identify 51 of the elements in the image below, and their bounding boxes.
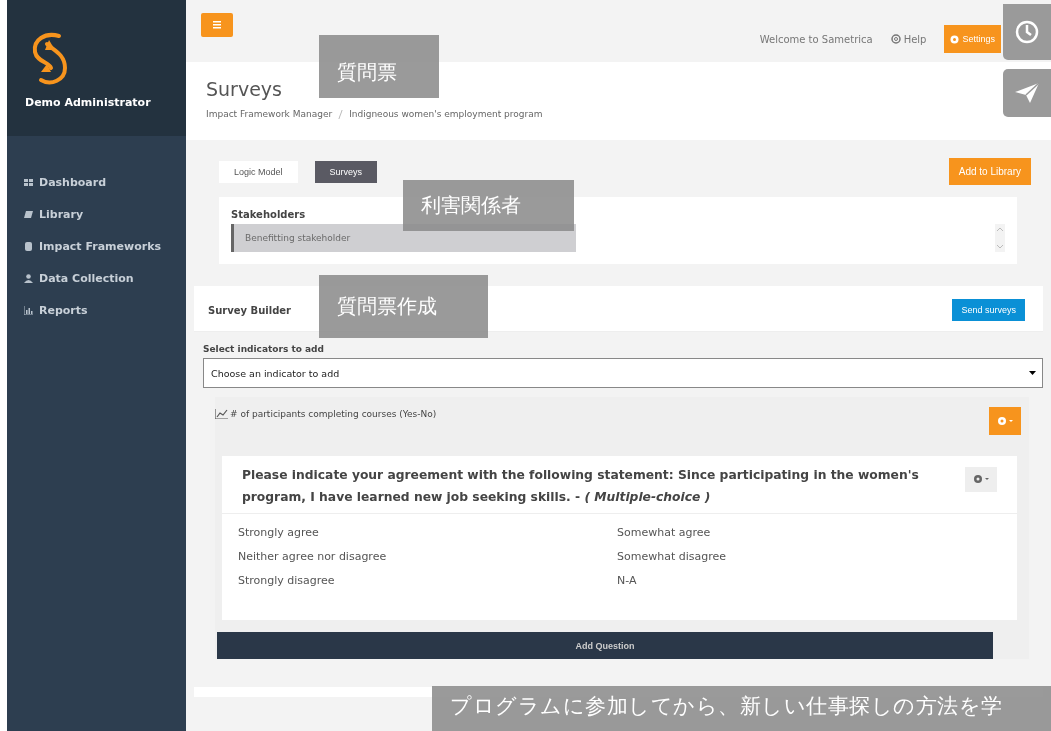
- gear-caret-icon: [973, 474, 989, 484]
- sidebar-item[interactable]: Impact Frameworks: [24, 240, 186, 253]
- caret-icon: [1029, 371, 1036, 375]
- help-icon: [890, 34, 901, 44]
- gear-dropdown-button[interactable]: [989, 407, 1021, 435]
- answer-option: Neither agree nor disagree: [238, 550, 617, 563]
- clock-button[interactable]: [1003, 4, 1051, 60]
- bar-chart-icon: [24, 306, 33, 315]
- select-label: Select indicators to add: [203, 344, 325, 354]
- gear-caret-icon: [997, 416, 1013, 426]
- dashboard-grid-icon: [24, 178, 33, 187]
- answer-option: Strongly agree: [238, 526, 617, 539]
- answer-option: Strongly disagree: [238, 574, 617, 587]
- caption: 利害関係者: [403, 180, 574, 231]
- panel-title: Survey Builder: [208, 304, 292, 316]
- scroll-arrows-icon: [995, 224, 1005, 252]
- sidebar-item[interactable]: Data Collection: [24, 272, 186, 285]
- gear-dropdown-button[interactable]: [965, 467, 997, 492]
- tab[interactable]: Logic Model: [219, 160, 298, 183]
- tab[interactable]: Surveys: [314, 160, 378, 183]
- book-icon: [24, 210, 33, 219]
- help-link[interactable]: Help: [890, 33, 927, 45]
- panel-title: Stakeholders: [231, 209, 307, 220]
- send-button[interactable]: [1003, 69, 1051, 117]
- menu-button[interactable]: [201, 13, 233, 37]
- gear-icon: [950, 34, 960, 44]
- indicator-title: # of participants completing courses (Yes-No): [230, 409, 437, 419]
- database-icon: [24, 242, 33, 251]
- answer-option: Somewhat disagree: [617, 550, 1017, 563]
- paper-plane-icon: [1015, 81, 1039, 105]
- question-text: Please indicate your agreement with the following statement: Since participating in the women's program, I have learned new job seeking skills. - ( Multiple-choice ): [242, 467, 920, 506]
- caption: 質問票: [319, 35, 439, 98]
- send-surveys-button[interactable]: Send surveys: [952, 299, 1025, 321]
- indicator-select[interactable]: Choose an indicator to add: [203, 358, 1043, 388]
- sidebar-item[interactable]: Reports: [24, 304, 186, 317]
- answer-option: N-A: [617, 574, 1017, 587]
- sidebar-item[interactable]: Dashboard: [24, 176, 186, 189]
- breadcrumb-link[interactable]: Impact Framework Manager: [206, 109, 333, 119]
- user-name: Demo Administrator: [25, 96, 152, 109]
- line-chart-icon: [215, 409, 228, 419]
- sidebar-item[interactable]: Library: [24, 208, 186, 221]
- caption: プログラムに参加してから、新しい仕事探しの方法を学: [432, 686, 1051, 731]
- breadcrumb-link[interactable]: Indigneous women's employment program: [349, 109, 543, 119]
- clock-icon: [1015, 20, 1039, 44]
- answer-option: Somewhat agree: [617, 526, 1017, 539]
- welcome-text: Welcome to Sametrica: [759, 33, 873, 45]
- page-title: Surveys: [206, 78, 282, 100]
- person-icon: [24, 274, 33, 283]
- add-question-button[interactable]: Add Question: [217, 632, 993, 659]
- caption: 質問票作成: [319, 275, 488, 338]
- menu-icon: [213, 21, 221, 29]
